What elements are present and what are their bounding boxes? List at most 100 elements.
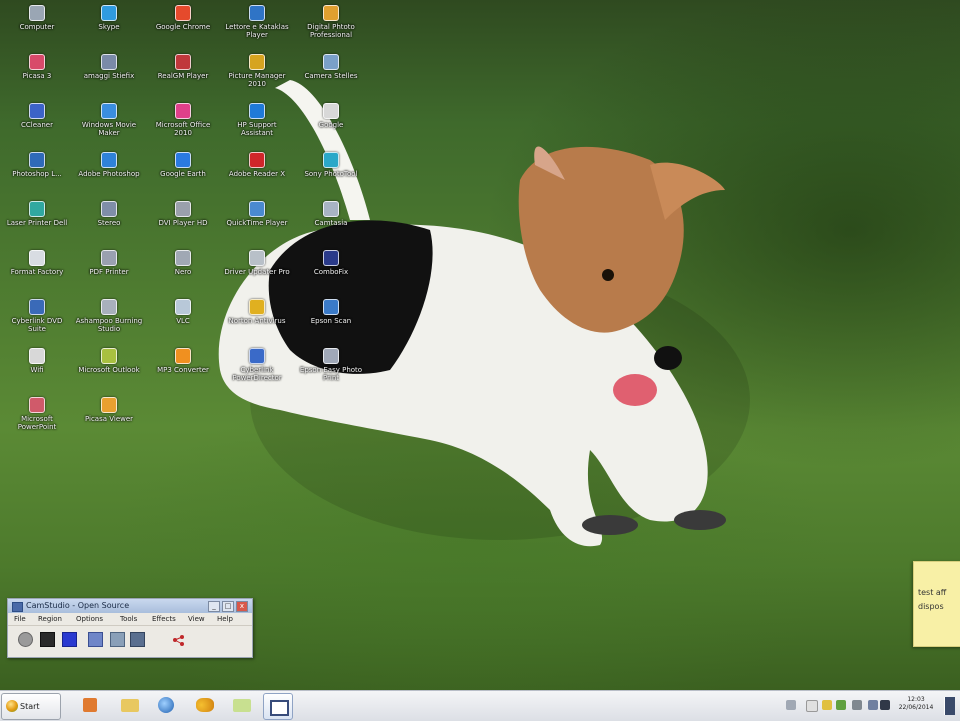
menu-tools[interactable]: Tools xyxy=(120,615,137,623)
desktop-icon-label: Microsoft Office 2010 xyxy=(155,121,211,137)
annotation-icon[interactable] xyxy=(88,632,103,647)
desktop-icon-label: Driver Updater Pro xyxy=(224,268,290,276)
desktop-icon[interactable]: Google Earth xyxy=(148,152,218,200)
desktop-icon[interactable]: Adobe Photoshop xyxy=(74,152,144,200)
desktop-icon-label: Norton Antivirus xyxy=(228,317,286,325)
record-icon[interactable] xyxy=(18,632,33,647)
desktop-icon[interactable]: Picture Manager 2010 xyxy=(222,54,292,102)
desktop-icon[interactable]: Skype xyxy=(74,5,144,53)
desktop-icon[interactable]: VLC xyxy=(148,299,218,347)
desktop-icon-label: Adobe Reader X xyxy=(228,170,286,178)
menu-help[interactable]: Help xyxy=(217,615,233,623)
language-icon[interactable] xyxy=(786,700,796,710)
menu-file[interactable]: File xyxy=(14,615,26,623)
desktop-icon[interactable]: Photoshop L... xyxy=(2,152,72,200)
desktop-icon[interactable]: Google xyxy=(296,103,366,151)
desktop-icon-label: Epson Scan xyxy=(310,317,352,325)
camstudio-title-bar[interactable]: CamStudio - Open Source _ □ x xyxy=(8,599,252,613)
menu-options[interactable]: Options xyxy=(76,615,103,623)
desktop-icon-label: Google xyxy=(318,121,344,129)
taskbar-camstudio[interactable] xyxy=(263,693,293,720)
desktop-icon[interactable]: Microsoft Outlook xyxy=(74,348,144,396)
stop-icon[interactable] xyxy=(62,632,77,647)
taskbar-messenger[interactable] xyxy=(191,693,219,718)
desktop-icon[interactable]: Windows Movie Maker xyxy=(74,103,144,151)
app-icon xyxy=(175,5,191,21)
desktop-icon-label: Epson Easy Photo Print xyxy=(299,366,363,382)
network-icon[interactable] xyxy=(852,700,862,710)
app-icon xyxy=(101,348,117,364)
options-icon[interactable] xyxy=(110,632,125,647)
taskbar-media-center[interactable] xyxy=(76,693,104,718)
app-icon xyxy=(323,201,339,217)
tray-app-icon[interactable] xyxy=(822,700,832,710)
desktop-icon[interactable]: MP3 Converter xyxy=(148,348,218,396)
menu-region[interactable]: Region xyxy=(38,615,62,623)
app-icon xyxy=(175,201,191,217)
desktop-icon[interactable]: Picasa 3 xyxy=(2,54,72,102)
menu-effects[interactable]: Effects xyxy=(152,615,176,623)
desktop-icon-label: Photoshop L... xyxy=(12,170,62,178)
show-desktop-button[interactable] xyxy=(944,697,955,715)
close-button[interactable]: x xyxy=(236,601,248,612)
desktop-icon[interactable]: Microsoft PowerPoint xyxy=(2,397,72,445)
desktop-icon[interactable]: amaggi Stiefix xyxy=(74,54,144,102)
desktop-icon[interactable]: Ashampoo Burning Studio xyxy=(74,299,144,347)
desktop-icon[interactable]: CCleaner xyxy=(2,103,72,151)
desktop-icon[interactable]: Google Chrome xyxy=(148,5,218,53)
maximize-button[interactable]: □ xyxy=(222,601,234,612)
share-icon[interactable] xyxy=(172,632,185,646)
desktop-icon[interactable]: Cyberlink PowerDirector xyxy=(222,348,292,396)
start-button[interactable]: Start xyxy=(1,693,61,720)
desktop-icon-label: MP3 Converter xyxy=(157,366,209,374)
desktop-icon[interactable]: Epson Easy Photo Print xyxy=(296,348,366,396)
desktop-icon[interactable]: Wifi xyxy=(2,348,72,396)
minimize-button[interactable]: _ xyxy=(208,601,220,612)
desktop-icon-label: Sony PhotoTool xyxy=(304,170,358,178)
desktop-icon[interactable]: Stereo xyxy=(74,201,144,249)
desktop-icon[interactable]: DVI Player HD xyxy=(148,201,218,249)
desktop-icon[interactable]: Picasa Viewer xyxy=(74,397,144,445)
desktop-icon[interactable]: ComboFix xyxy=(296,250,366,298)
app-icon xyxy=(175,152,191,168)
desktop-icon[interactable]: Epson Scan xyxy=(296,299,366,347)
desktop-icon[interactable]: Computer xyxy=(2,5,72,53)
battery-icon[interactable] xyxy=(880,700,890,710)
desktop-icon[interactable]: Camtasia xyxy=(296,201,366,249)
desktop-icon[interactable]: Nero xyxy=(148,250,218,298)
clock[interactable]: 12:03 22/06/2014 xyxy=(892,696,940,712)
desktop-icon[interactable]: Sony PhotoTool xyxy=(296,152,366,200)
desktop-icon[interactable]: Laser Printer Dell xyxy=(2,201,72,249)
desktop-icon[interactable]: Norton Antivirus xyxy=(222,299,292,347)
menu-view[interactable]: View xyxy=(188,615,205,623)
app-icon xyxy=(249,5,265,21)
camstudio-window[interactable]: CamStudio - Open Source _ □ x File Regio… xyxy=(7,598,253,658)
desktop-icon[interactable]: RealGM Player xyxy=(148,54,218,102)
tray-green-icon[interactable] xyxy=(836,700,846,710)
desktop-icon[interactable]: Cyberlink DVD Suite xyxy=(2,299,72,347)
desktop-icon[interactable]: Format Factory xyxy=(2,250,72,298)
desktop-icon-label: Stereo xyxy=(97,219,121,227)
desktop-icon[interactable]: Lettore e Kataklas Player xyxy=(222,5,292,53)
show-hidden-icons[interactable] xyxy=(806,700,818,712)
folder-icon xyxy=(121,699,139,712)
desktop-icon[interactable]: Digital Phtoto Professional xyxy=(296,5,366,53)
volume-icon[interactable] xyxy=(868,700,878,710)
pause-icon[interactable] xyxy=(40,632,55,647)
desktop-icon[interactable]: HP Support Assistant xyxy=(222,103,292,151)
desktop-icon[interactable]: PDF Printer xyxy=(74,250,144,298)
app-icon xyxy=(101,103,117,119)
desktop-icon[interactable]: Camera Stelles xyxy=(296,54,366,102)
taskbar-explorer[interactable] xyxy=(116,693,144,718)
sticky-note[interactable]: test aff dispos xyxy=(913,561,960,647)
desktop-icon[interactable]: Driver Updater Pro xyxy=(222,250,292,298)
taskbar-folder[interactable] xyxy=(228,693,256,718)
desktop-icon[interactable]: Microsoft Office 2010 xyxy=(148,103,218,151)
taskbar: Start 12:03 22/06/2014 xyxy=(0,690,960,721)
app-icon xyxy=(29,54,45,70)
taskbar-browser[interactable] xyxy=(152,693,180,718)
desktop-icon[interactable]: QuickTime Player xyxy=(222,201,292,249)
app-icon xyxy=(29,201,45,217)
video-icon[interactable] xyxy=(130,632,145,647)
desktop-icon[interactable]: Adobe Reader X xyxy=(222,152,292,200)
